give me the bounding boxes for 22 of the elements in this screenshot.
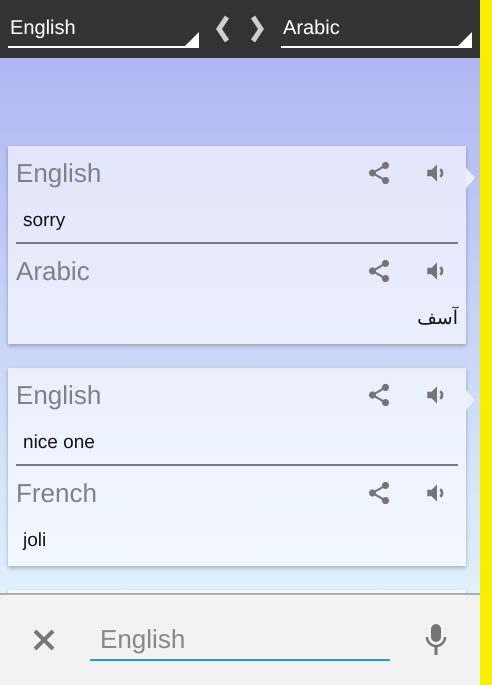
chevron-right-icon[interactable] xyxy=(249,15,265,43)
phrase-text: آسف xyxy=(417,308,458,329)
language-label: Arabic xyxy=(16,256,91,286)
language-label: English xyxy=(16,380,102,410)
dropdown-corner-icon xyxy=(458,32,472,46)
language-label: French xyxy=(16,478,98,508)
dropdown-corner-icon xyxy=(185,32,199,46)
share-icon[interactable] xyxy=(366,480,392,506)
language-label: English xyxy=(16,158,102,188)
close-icon[interactable] xyxy=(32,628,56,652)
card-pointer xyxy=(466,168,475,188)
share-icon[interactable] xyxy=(366,160,392,186)
share-icon[interactable] xyxy=(366,382,392,408)
share-icon[interactable] xyxy=(366,258,392,284)
phrase-text: joli xyxy=(23,530,46,551)
phrase-text: nice one xyxy=(23,432,95,453)
chevron-left-icon[interactable] xyxy=(215,15,231,43)
phrase-text: sorry xyxy=(23,210,66,231)
language-dropdown[interactable]: Arabic xyxy=(281,10,472,48)
card-pointer xyxy=(466,390,475,410)
language-dropdown[interactable]: English xyxy=(8,10,199,48)
microphone-icon[interactable] xyxy=(424,623,448,657)
